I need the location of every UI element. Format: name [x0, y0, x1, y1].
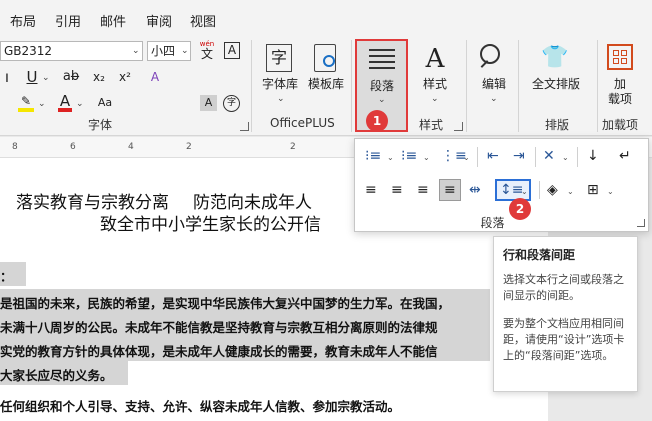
asian-layout-icon[interactable]: ✕ [543, 147, 555, 165]
align-center-icon[interactable]: ≡ [391, 181, 403, 199]
line-spacing-button[interactable]: ↕≡ ⌄ [495, 179, 531, 201]
char-shading-icon[interactable]: A [200, 95, 217, 111]
numbering-icon[interactable]: ⁝≡ [401, 147, 417, 165]
strikethrough-icon[interactable]: ab̶ [62, 68, 80, 86]
distributed-icon[interactable]: ⇹ [469, 181, 481, 199]
full-layout-icon: 👕 [541, 45, 569, 70]
template-library-icon [314, 44, 336, 72]
borders-dropdown-icon[interactable]: ⌄ [607, 187, 614, 196]
multilevel-dropdown-icon[interactable]: ⌄ [463, 153, 470, 162]
underline-icon[interactable]: U [25, 68, 39, 86]
highlight-dropdown-icon[interactable]: ⌄ [38, 99, 46, 109]
font-library-icon: 字 [266, 44, 292, 72]
addins-button-line2[interactable]: 载项 [604, 92, 636, 107]
tooltip-desc-2: 要为整个文档应用相同间距，请使用“设计”选项卡上的“段落间距”选项。 [503, 317, 625, 362]
doc-line-5: 任何组织和个人引导、支持、允许、纵容未成年人信教、参加宗教活动。 [0, 399, 401, 414]
tooltip-desc-1: 选择文本行之间或段落之间显示的间距。 [503, 273, 624, 302]
tab-references[interactable]: 引用 [55, 11, 81, 30]
doc-salutation: ： [0, 269, 13, 284]
paragraph-dropdown-icon: ⌄ [378, 95, 386, 105]
font-library-dropdown-icon[interactable]: ⌄ [277, 94, 285, 104]
styles-icon: A [425, 44, 445, 74]
show-marks-icon[interactable]: ↵ [619, 147, 631, 165]
step-badge-2: 2 [509, 198, 531, 220]
asian-layout-dropdown-icon[interactable]: ⌄ [562, 153, 569, 162]
font-color-dropdown-icon[interactable]: ⌄ [76, 99, 84, 109]
styles-button[interactable]: 样式 [416, 77, 454, 92]
underline-dropdown-icon[interactable]: ⌄ [42, 73, 50, 83]
doc-line-4: 大家长应尽的义务。 [0, 368, 113, 383]
doc-line-3: 实党的教育方针的具体体现，是未成年人健康成长的需要，教育未成年人不能信 [0, 344, 438, 359]
ribbon: GB2312 ⌄ 小四 ⌄ wén 文 A ı U ⌄ ab̶ x₂ x² A … [0, 36, 652, 136]
tab-layout[interactable]: 布局 [10, 11, 36, 30]
italic-icon[interactable]: ı [2, 68, 12, 86]
doc-line-2: 未满十八周岁的公民。未成年不能信教是坚持教育与宗教互相分离原则的法律规 [0, 320, 438, 335]
superscript-icon[interactable]: x² [118, 68, 132, 86]
bullets-dropdown-icon[interactable]: ⌄ [387, 153, 394, 162]
layout-group-label: 排版 [545, 118, 570, 132]
char-border-button[interactable]: A [224, 42, 240, 59]
borders-icon[interactable]: ⊞ [587, 181, 599, 199]
tooltip-title: 行和段落间距 [503, 248, 576, 262]
full-layout-button[interactable]: 全文排版 [528, 77, 584, 92]
enclose-chars-icon[interactable]: 字 [223, 95, 240, 112]
line-spacing-dropdown-icon: ⌄ [521, 187, 528, 196]
font-name-select[interactable]: GB2312 [0, 41, 143, 61]
officeplus-group-label: OfficePLUS [270, 116, 335, 130]
highlight-icon[interactable]: ✎ [18, 94, 34, 112]
font-dialog-launcher[interactable] [240, 122, 249, 131]
increase-indent-icon[interactable]: ⇥ [513, 147, 525, 165]
step-badge-1: 1 [366, 110, 388, 132]
justify-icon: ≡ [444, 182, 456, 198]
addins-icon [607, 44, 633, 70]
font-color-icon[interactable]: A [58, 94, 72, 112]
doc-subtitle: 致全市中小学生家长的公开信 [100, 215, 321, 235]
shading-icon[interactable]: ◈ [547, 181, 558, 199]
bullets-icon[interactable]: ⁝≡ [365, 147, 381, 165]
decrease-indent-icon[interactable]: ⇤ [487, 147, 499, 165]
tab-review[interactable]: 审阅 [146, 11, 172, 30]
doc-line-1: 是祖国的未来，民族的希望，是实现中华民族伟大复兴中国梦的生力军。在我国， [0, 296, 451, 311]
menu-tabs: 布局 引用 邮件 审阅 视图 [0, 0, 652, 36]
align-left-icon[interactable]: ≡ [365, 181, 377, 199]
align-right-icon[interactable]: ≡ [417, 181, 429, 199]
font-size-dropdown-icon[interactable]: ⌄ [181, 46, 189, 56]
tab-mailings[interactable]: 邮件 [100, 11, 126, 30]
editing-dropdown-icon[interactable]: ⌄ [490, 94, 498, 104]
numbering-dropdown-icon[interactable]: ⌄ [423, 153, 430, 162]
shading-dropdown-icon[interactable]: ⌄ [567, 187, 574, 196]
line-spacing-icon: ↕≡ [500, 182, 524, 198]
addins-group-label: 加载项 [602, 118, 639, 132]
paragraph-popup-label: 段落 [480, 216, 505, 230]
styles-dropdown-icon[interactable]: ⌄ [431, 94, 439, 104]
template-library-button[interactable]: 模板库 [304, 77, 348, 92]
text-effects-icon[interactable]: A [146, 68, 164, 86]
sort-icon[interactable]: ↓ [587, 147, 599, 165]
line-spacing-tooltip: 行和段落间距 选择文本行之间或段落之间显示的间距。 要为整个文档应用相同间距，请… [493, 236, 638, 392]
addins-button-line1[interactable]: 加 [604, 77, 636, 92]
paragraph-popup: ⁝≡ ⌄ ⁝≡ ⌄ ⋮≡ ⌄ ⇤ ⇥ ✕ ⌄ ↓ ↵ ≡ ≡ ≡ ≡ ⇹ ↕≡ … [354, 138, 649, 232]
subscript-icon[interactable]: x₂ [92, 68, 106, 86]
editing-button[interactable]: 编辑 [476, 77, 512, 92]
tab-view[interactable]: 视图 [190, 11, 216, 30]
justify-button[interactable]: ≡ [439, 179, 461, 201]
change-case-icon[interactable]: Aa [96, 94, 114, 112]
font-library-button[interactable]: 字体库 [258, 77, 302, 92]
paragraph-button-label: 段落 [369, 79, 394, 93]
search-icon [480, 44, 500, 64]
phonetic-guide-button[interactable]: wén 文 [196, 40, 218, 62]
font-name-dropdown-icon[interactable]: ⌄ [132, 46, 140, 56]
styles-group-label: 样式 [419, 118, 444, 132]
styles-dialog-launcher[interactable] [454, 122, 463, 131]
paragraph-dialog-launcher[interactable] [637, 219, 645, 227]
font-group-label: 字体 [88, 118, 113, 132]
